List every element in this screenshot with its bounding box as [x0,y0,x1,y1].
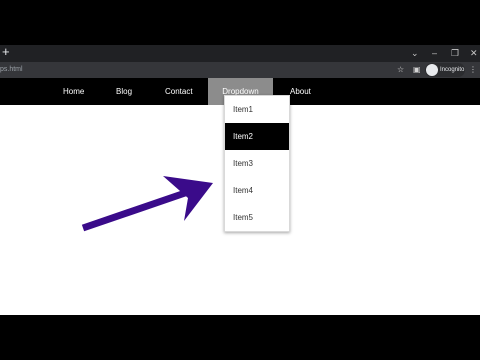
nav-about[interactable]: About [290,78,311,105]
incognito-icon [426,64,438,76]
letterbox-top [0,0,480,45]
incognito-profile-button[interactable]: Incognito [425,63,465,77]
incognito-label: Incognito [440,67,465,73]
dropdown-item-4[interactable]: Item4 [225,177,289,204]
dropdown-item-3[interactable]: Item3 [225,150,289,177]
address-bar[interactable]: ps.html [0,62,23,78]
close-icon[interactable]: ✕ [470,45,478,62]
tab-search-icon[interactable]: ⌄ [411,45,419,62]
minimize-icon[interactable]: – [432,45,437,62]
letterbox-bottom [0,315,480,360]
browser-tabstrip: + ⌄ – ❐ ✕ [0,43,480,62]
dropdown-menu: Item1 Item2 Item3 Item4 Item5 [224,95,290,232]
dropdown-item-2[interactable]: Item2 [225,123,289,150]
new-tab-button[interactable]: + [2,43,10,60]
nav-blog[interactable]: Blog [116,78,132,105]
video-frame: + ⌄ – ❐ ✕ ps.html ☆ ▣ Incognito ⋮ Home B… [0,0,480,360]
dropdown-item-1[interactable]: Item1 [225,96,289,123]
kebab-menu-icon[interactable]: ⋮ [469,62,477,78]
browser-toolbar: ps.html ☆ ▣ Incognito ⋮ [0,62,480,78]
star-icon[interactable]: ☆ [397,62,404,78]
sidepanel-icon[interactable]: ▣ [413,62,421,78]
nav-home[interactable]: Home [63,78,84,105]
restore-icon[interactable]: ❐ [451,45,459,62]
dropdown-item-5[interactable]: Item5 [225,204,289,231]
nav-contact[interactable]: Contact [165,78,193,105]
